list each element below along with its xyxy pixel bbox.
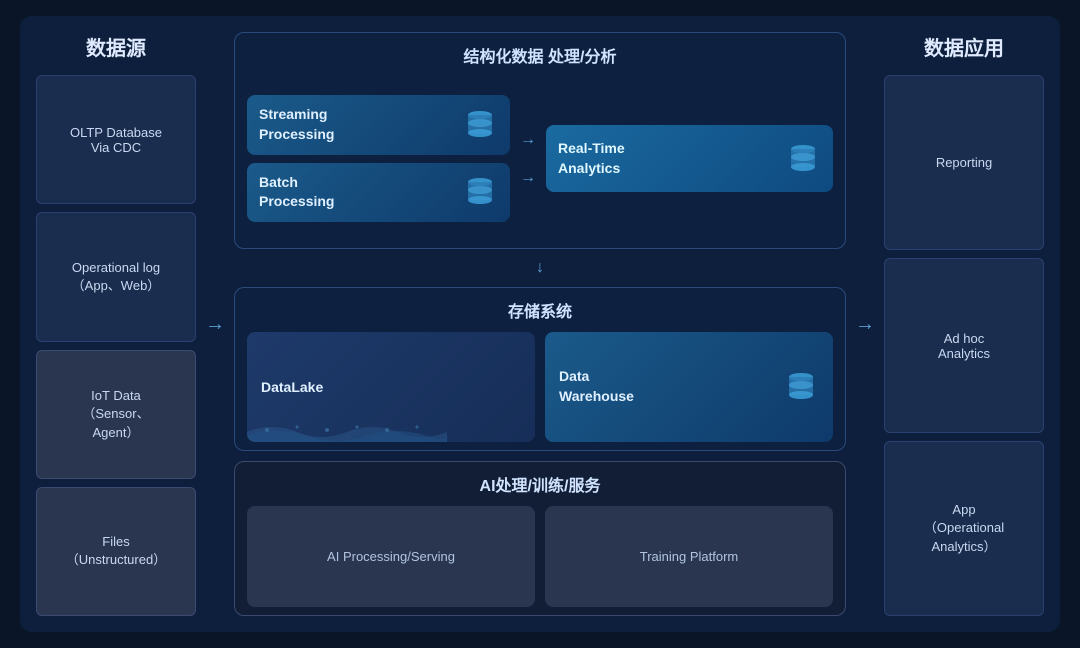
- source-files: Files （Unstructured）: [36, 487, 196, 616]
- processing-section: 结构化数据 处理/分析 Streaming Processing: [234, 32, 846, 249]
- down-arrow-proc-storage: ↓: [536, 259, 544, 277]
- datalake-label: DataLake: [261, 379, 323, 395]
- source-oltp: OLTP Database Via CDC: [36, 75, 196, 204]
- ai-training-label: Training Platform: [640, 549, 739, 564]
- app-adhoc: Ad hoc Analytics: [884, 258, 1044, 433]
- datasource-title: 数据源: [36, 32, 196, 61]
- middle-column: 结构化数据 处理/分析 Streaming Processing: [234, 32, 846, 616]
- batch-db-icon: [462, 174, 498, 210]
- streaming-label: Streaming Processing: [259, 105, 334, 144]
- batch-box: Batch Processing: [247, 163, 510, 222]
- proc-left-boxes: Streaming Processing Batch Processing: [247, 95, 510, 221]
- app-operational: App （Operational Analytics）: [884, 441, 1044, 616]
- warehouse-db-icon: [783, 369, 819, 405]
- realtime-db-icon: [785, 141, 821, 177]
- ai-inner: AI Processing/Serving Training Platform: [247, 506, 833, 607]
- left-column-datasource: 数据源 OLTP Database Via CDC Operational lo…: [36, 32, 196, 616]
- batch-label: Batch Processing: [259, 173, 334, 212]
- ai-section: AI处理/训练/服务 AI Processing/Serving Trainin…: [234, 461, 846, 616]
- processing-title: 结构化数据 处理/分析: [247, 43, 833, 67]
- main-diagram: 数据源 OLTP Database Via CDC Operational lo…: [20, 16, 1060, 632]
- ai-processing-label: AI Processing/Serving: [327, 549, 455, 564]
- datalake-waves-icon: [247, 412, 447, 442]
- ai-training-box: Training Platform: [545, 506, 833, 607]
- right-column-dataapp: 数据应用 Reporting Ad hoc Analytics App （Ope…: [884, 32, 1044, 616]
- datalake-box: DataLake: [247, 332, 535, 442]
- arrows-to-realtime: → →: [520, 131, 536, 187]
- ai-processing-box: AI Processing/Serving: [247, 506, 535, 607]
- streaming-box: Streaming Processing: [247, 95, 510, 154]
- realtime-box: Real-Time Analytics: [546, 125, 833, 192]
- source-iot: IoT Data （Sensor、 Agent）: [36, 350, 196, 479]
- warehouse-label: Data Warehouse: [559, 367, 634, 406]
- realtime-label: Real-Time Analytics: [558, 139, 625, 178]
- storage-title: 存储系统: [247, 298, 833, 322]
- storage-inner: DataLake Data Warehouse: [247, 332, 833, 442]
- source-oplog: Operational log （App、Web）: [36, 212, 196, 341]
- dataapp-title: 数据应用: [884, 32, 1044, 61]
- app-reporting: Reporting: [884, 75, 1044, 250]
- processing-inner: Streaming Processing Batch Processing: [247, 77, 833, 240]
- arrow-middle-to-right: →: [858, 32, 872, 616]
- storage-section: 存储系统 DataLake Data W: [234, 287, 846, 451]
- streaming-db-icon: [462, 107, 498, 143]
- arrow-left-to-middle: →: [208, 32, 222, 616]
- ai-title: AI处理/训练/服务: [247, 472, 833, 496]
- warehouse-box: Data Warehouse: [545, 332, 833, 442]
